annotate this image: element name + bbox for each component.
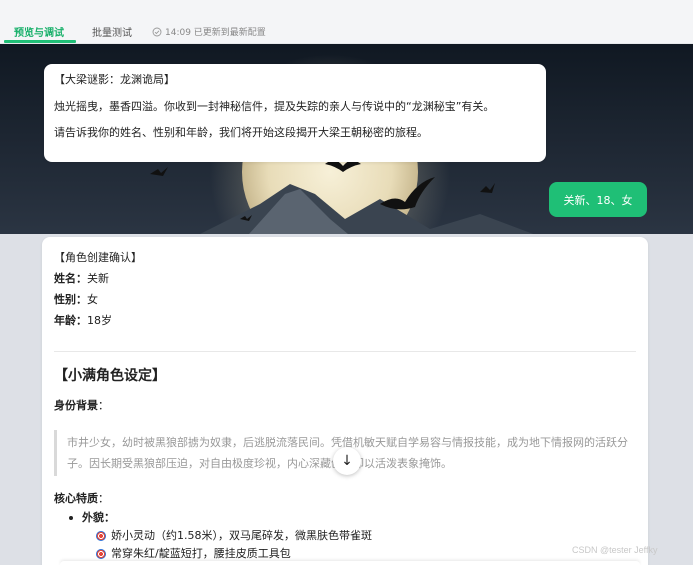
- config-status-text: 14:09 已更新到最新配置: [165, 28, 266, 38]
- field-gender-label: 性别: [54, 293, 76, 306]
- chat-area[interactable]: 【大梁谜影：龙渊诡局】 烛光摇曳，墨香四溢。你收到一封神秘信件，提及失踪的亲人与…: [0, 44, 693, 565]
- config-status: 14:09 已更新到最新配置: [152, 25, 266, 38]
- user-message: 关新、18、女: [549, 182, 647, 217]
- scroll-to-bottom-button[interactable]: ↓: [333, 447, 361, 475]
- target-icon: [96, 531, 106, 541]
- background-label: 身份背景：: [54, 399, 109, 412]
- bot-message-intro: 【大梁谜影：龙渊诡局】 烛光摇曳，墨香四溢。你收到一封神秘信件，提及失踪的亲人与…: [44, 64, 546, 162]
- intro-paragraph-2: 请告诉我你的姓名、性别和年龄，我们将开始这段揭开大梁王朝秘密的旅程。: [54, 126, 428, 139]
- section-divider: [54, 351, 636, 352]
- confirm-title: 【角色创建确认】: [54, 251, 142, 264]
- watermark: CSDN @tester Jeffky: [572, 545, 658, 555]
- section-heading: 【小满角色设定】: [54, 368, 166, 384]
- trait-item-appearance: 外貌：: [69, 509, 636, 527]
- check-circle-icon: [152, 27, 162, 36]
- active-tab-indicator: [4, 40, 76, 43]
- tab-preview-debug[interactable]: 预览与调试: [14, 24, 64, 39]
- field-name: 姓名：关新: [54, 272, 109, 285]
- intro-paragraph-1: 烛光摇曳，墨香四溢。你收到一封神秘信件，提及失踪的亲人与传说中的“龙渊秘宝”有关…: [54, 99, 495, 113]
- field-gender: 性别：女: [54, 293, 98, 306]
- intro-title: 【大梁谜影：龙渊诡局】: [54, 73, 175, 86]
- traits-label: 核心特质：: [54, 492, 109, 505]
- trait-subitem: 娇小灵动（约1.58米），双马尾碎发，微黑肤色带雀斑: [96, 527, 636, 545]
- target-icon: [96, 549, 106, 559]
- bot-message-confirm: 【角色创建确认】 姓名：关新 性别：女 年龄：18岁 【小满角色设定】 身份背景…: [42, 237, 648, 565]
- arrow-down-icon: ↓: [341, 453, 353, 469]
- input-area-edge: [60, 561, 640, 565]
- field-name-value: 关新: [87, 272, 109, 285]
- field-age: 年龄：18岁: [54, 314, 112, 327]
- field-age-label: 年龄: [54, 314, 76, 327]
- tab-bar: 预览与调试 批量测试 14:09 已更新到最新配置: [0, 0, 693, 44]
- field-name-label: 姓名: [54, 272, 76, 285]
- tab-batch-test[interactable]: 批量测试: [92, 24, 132, 39]
- field-age-value: 18岁: [87, 314, 112, 327]
- field-gender-value: 女: [87, 293, 98, 306]
